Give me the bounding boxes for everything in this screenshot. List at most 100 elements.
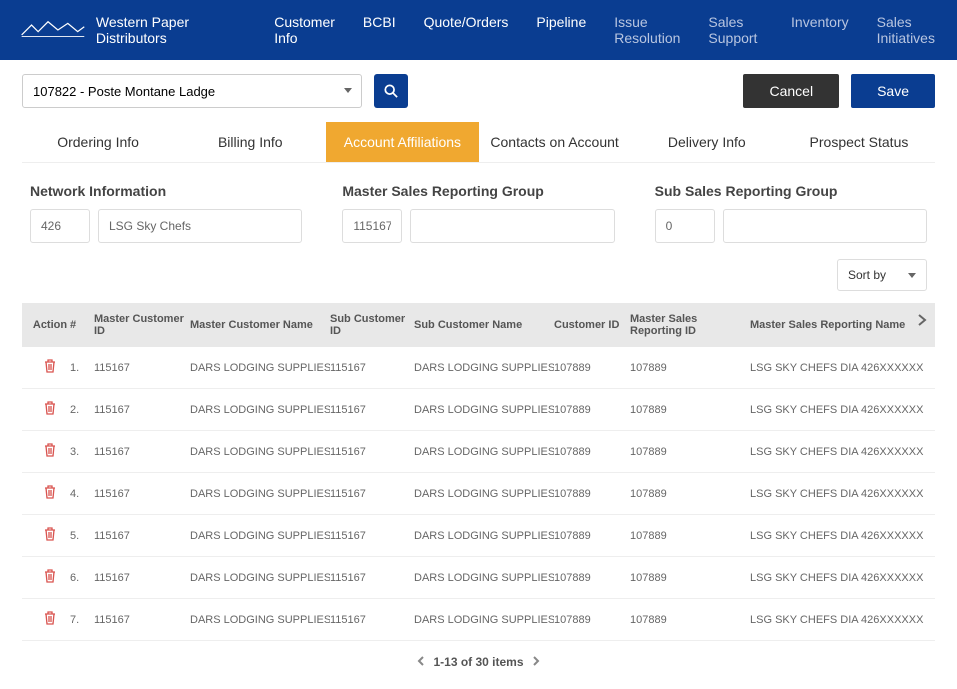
cell-master-sales-reporting-name: LSG SKY CHEFS DIA 426XXXXXX bbox=[750, 488, 927, 500]
cell-master-customer-name: DARS LODGING SUPPLIES E bbox=[190, 614, 330, 626]
cell-master-customer-name: DARS LODGING SUPPLIES E bbox=[190, 572, 330, 584]
cell-master-sales-reporting-id: 107889 bbox=[630, 614, 750, 626]
row-num: 4. bbox=[70, 488, 94, 500]
cell-customer-id: 107889 bbox=[554, 446, 630, 458]
cancel-button[interactable]: Cancel bbox=[743, 74, 839, 108]
pager-next-icon[interactable] bbox=[532, 655, 540, 669]
nav-item-bcbi[interactable]: BCBI bbox=[363, 0, 396, 66]
toolbar: Cancel Save bbox=[0, 60, 957, 122]
tab-delivery-info[interactable]: Delivery Info bbox=[631, 122, 783, 162]
delete-icon[interactable] bbox=[44, 574, 56, 586]
cell-customer-id: 107889 bbox=[554, 362, 630, 374]
cell-sub-customer-name: DARS LODGING SUPPLIES E bbox=[414, 614, 554, 626]
row-num: 1. bbox=[70, 362, 94, 374]
col-master-sales-reporting-name: Master Sales Reporting Name bbox=[750, 319, 927, 331]
master-sales-group: Master Sales Reporting Group bbox=[342, 183, 614, 243]
affiliations-table: Action # Master Customer ID Master Custo… bbox=[22, 303, 935, 641]
sort-label: Sort by bbox=[848, 268, 886, 282]
table-row: 3.115167DARS LODGING SUPPLIES E115167DAR… bbox=[22, 431, 935, 473]
mountain-icon bbox=[20, 16, 86, 44]
cell-sub-customer-name: DARS LODGING SUPPLIES E bbox=[414, 530, 554, 542]
sub-name-input[interactable] bbox=[723, 209, 927, 243]
cell-master-sales-reporting-name: LSG SKY CHEFS DIA 426XXXXXX bbox=[750, 404, 927, 416]
delete-icon[interactable] bbox=[44, 616, 56, 628]
network-code-input[interactable] bbox=[30, 209, 90, 243]
cell-sub-customer-id: 115167 bbox=[330, 530, 414, 542]
cell-master-sales-reporting-id: 107889 bbox=[630, 446, 750, 458]
table-row: 1.115167DARS LODGING SUPPLIES E115167DAR… bbox=[22, 347, 935, 389]
app-header: Western Paper Distributors Customer Info… bbox=[0, 0, 957, 60]
cell-master-customer-name: DARS LODGING SUPPLIES E bbox=[190, 530, 330, 542]
delete-icon[interactable] bbox=[44, 532, 56, 544]
sub-code-input[interactable] bbox=[655, 209, 715, 243]
pager: 1-13 of 30 items bbox=[0, 641, 957, 689]
cell-sub-customer-id: 115167 bbox=[330, 446, 414, 458]
cell-master-customer-name: DARS LODGING SUPPLIES E bbox=[190, 362, 330, 374]
tab-ordering-info[interactable]: Ordering Info bbox=[22, 122, 174, 162]
cell-master-customer-id: 115167 bbox=[94, 404, 190, 416]
cell-sub-customer-name: DARS LODGING SUPPLIES E bbox=[414, 362, 554, 374]
cell-sub-customer-name: DARS LODGING SUPPLIES E bbox=[414, 404, 554, 416]
cell-master-sales-reporting-id: 107889 bbox=[630, 530, 750, 542]
cell-master-customer-name: DARS LODGING SUPPLIES E bbox=[190, 446, 330, 458]
sort-row: Sort by bbox=[0, 253, 957, 297]
row-num: 5. bbox=[70, 530, 94, 542]
cell-sub-customer-id: 115167 bbox=[330, 404, 414, 416]
group-label: Network Information bbox=[30, 183, 302, 199]
nav-item-pipeline[interactable]: Pipeline bbox=[536, 0, 586, 66]
delete-icon[interactable] bbox=[44, 448, 56, 460]
cell-master-sales-reporting-id: 107889 bbox=[630, 362, 750, 374]
tab-prospect-status[interactable]: Prospect Status bbox=[783, 122, 935, 162]
col-num: # bbox=[70, 319, 94, 331]
cell-sub-customer-id: 115167 bbox=[330, 572, 414, 584]
row-num: 3. bbox=[70, 446, 94, 458]
group-label: Sub Sales Reporting Group bbox=[655, 183, 927, 199]
nav-item-quote-orders[interactable]: Quote/Orders bbox=[424, 0, 509, 66]
master-name-input[interactable] bbox=[410, 209, 614, 243]
cell-customer-id: 107889 bbox=[554, 404, 630, 416]
search-icon bbox=[384, 84, 398, 98]
col-action: Action bbox=[30, 319, 70, 331]
cell-master-customer-id: 115167 bbox=[94, 488, 190, 500]
table-row: 7.115167DARS LODGING SUPPLIES E115167DAR… bbox=[22, 599, 935, 641]
main-nav: Customer Info BCBI Quote/Orders Pipeline Iss… bbox=[274, 0, 937, 66]
nav-item-sales-initiatives[interactable]: Sales Initiatives bbox=[877, 0, 937, 66]
pager-prev-icon[interactable] bbox=[417, 655, 425, 669]
master-code-input[interactable] bbox=[342, 209, 402, 243]
nav-item-sales-support[interactable]: Sales Support bbox=[708, 0, 763, 66]
nav-item-issue-resolution[interactable]: Issue Resolution bbox=[614, 0, 680, 66]
row-num: 2. bbox=[70, 404, 94, 416]
delete-icon[interactable] bbox=[44, 406, 56, 418]
nav-item-customer-info[interactable]: Customer Info bbox=[274, 0, 335, 66]
sort-by-dropdown[interactable]: Sort by bbox=[837, 259, 927, 291]
caret-down-icon bbox=[344, 88, 352, 93]
cell-master-sales-reporting-name: LSG SKY CHEFS DIA 426XXXXXX bbox=[750, 446, 927, 458]
nav-item-inventory[interactable]: Inventory bbox=[791, 0, 849, 66]
cell-master-customer-id: 115167 bbox=[94, 572, 190, 584]
delete-icon[interactable] bbox=[44, 364, 56, 376]
customer-select-input[interactable] bbox=[22, 74, 362, 108]
brand-logo: Western Paper Distributors bbox=[20, 14, 234, 46]
reporting-groups: Network Information Master Sales Reporti… bbox=[0, 163, 957, 253]
cell-sub-customer-name: DARS LODGING SUPPLIES E bbox=[414, 446, 554, 458]
cell-sub-customer-id: 115167 bbox=[330, 488, 414, 500]
tab-account-affiliations[interactable]: Account Affiliations bbox=[326, 122, 478, 162]
cell-sub-customer-id: 115167 bbox=[330, 362, 414, 374]
tab-contacts-on-account[interactable]: Contacts on Account bbox=[479, 122, 631, 162]
save-button[interactable]: Save bbox=[851, 74, 935, 108]
cell-master-customer-name: DARS LODGING SUPPLIES E bbox=[190, 488, 330, 500]
network-name-input[interactable] bbox=[98, 209, 302, 243]
brand-name: Western Paper Distributors bbox=[96, 14, 234, 46]
cell-master-sales-reporting-id: 107889 bbox=[630, 572, 750, 584]
scroll-right-icon[interactable] bbox=[917, 313, 927, 330]
cell-sub-customer-id: 115167 bbox=[330, 614, 414, 626]
table-header: Action # Master Customer ID Master Custo… bbox=[22, 303, 935, 347]
customer-tabs: Ordering InfoBilling InfoAccount Affilia… bbox=[22, 122, 935, 163]
table-body: 1.115167DARS LODGING SUPPLIES E115167DAR… bbox=[22, 347, 935, 641]
cell-master-customer-id: 115167 bbox=[94, 446, 190, 458]
cell-master-customer-name: DARS LODGING SUPPLIES E bbox=[190, 404, 330, 416]
customer-dropdown[interactable] bbox=[22, 74, 362, 108]
delete-icon[interactable] bbox=[44, 490, 56, 502]
search-button[interactable] bbox=[374, 74, 408, 108]
tab-billing-info[interactable]: Billing Info bbox=[174, 122, 326, 162]
